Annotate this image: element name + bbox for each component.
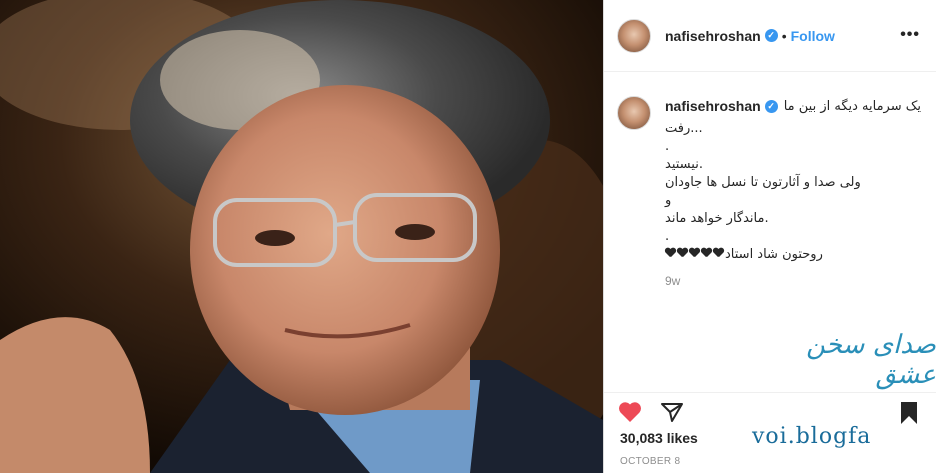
bookmark-icon[interactable] [898,401,920,430]
action-bar [604,392,936,424]
separator-dot: • [781,27,787,44]
caption-line: و [665,193,672,208]
more-options-icon[interactable]: ••• [900,26,920,44]
portrait-image [0,0,603,473]
verified-badge-icon: ✓ [764,99,778,113]
caption-head: nafisehroshan ✓ یک سرمایه دیگه از بین ما [665,98,921,114]
black-hearts-emoji [665,246,725,264]
header-username[interactable]: nafisehroshan [665,28,761,44]
caption-avatar[interactable] [617,96,651,130]
caption-line: روحتون شاد استاد [725,247,823,262]
post-photo[interactable] [0,0,603,473]
follow-button[interactable]: Follow [791,28,835,44]
heart-icon[interactable] [618,401,642,428]
caption-line: نیستید. [665,157,703,172]
caption-line-1: یک سرمایه دیگه از بین ما [783,98,922,114]
post-side-panel: nafisehroshan ✓ • Follow ••• nafisehrosh… [604,0,936,473]
caption-line: ولی صدا و آثارتون تا نسل ها جاودان [665,175,861,190]
likes-count[interactable]: 30,083 likes [620,430,698,446]
caption-line: رفت... [665,121,703,136]
caption-last-line: روحتون شاد استاد [665,246,861,264]
caption-username[interactable]: nafisehroshan [665,98,761,114]
caption-line: ماندگار خواهد ماند. [665,211,769,226]
caption-line: . [665,229,670,244]
watermark-url: voi.blogfa [752,424,872,449]
watermark-title: صدای سخن عشق [806,330,936,390]
caption-time[interactable]: 9w [665,274,680,288]
caption-body: رفت... . نیستید. ولی صدا و آثارتون تا نس… [665,120,861,264]
paper-plane-icon[interactable] [660,401,684,428]
avatar[interactable] [617,18,651,53]
post-date[interactable]: OCTOBER 8 [620,456,680,467]
post-header: nafisehroshan ✓ • Follow ••• [604,0,936,72]
verified-badge-icon: ✓ [764,29,778,42]
caption-line: . [665,139,670,154]
